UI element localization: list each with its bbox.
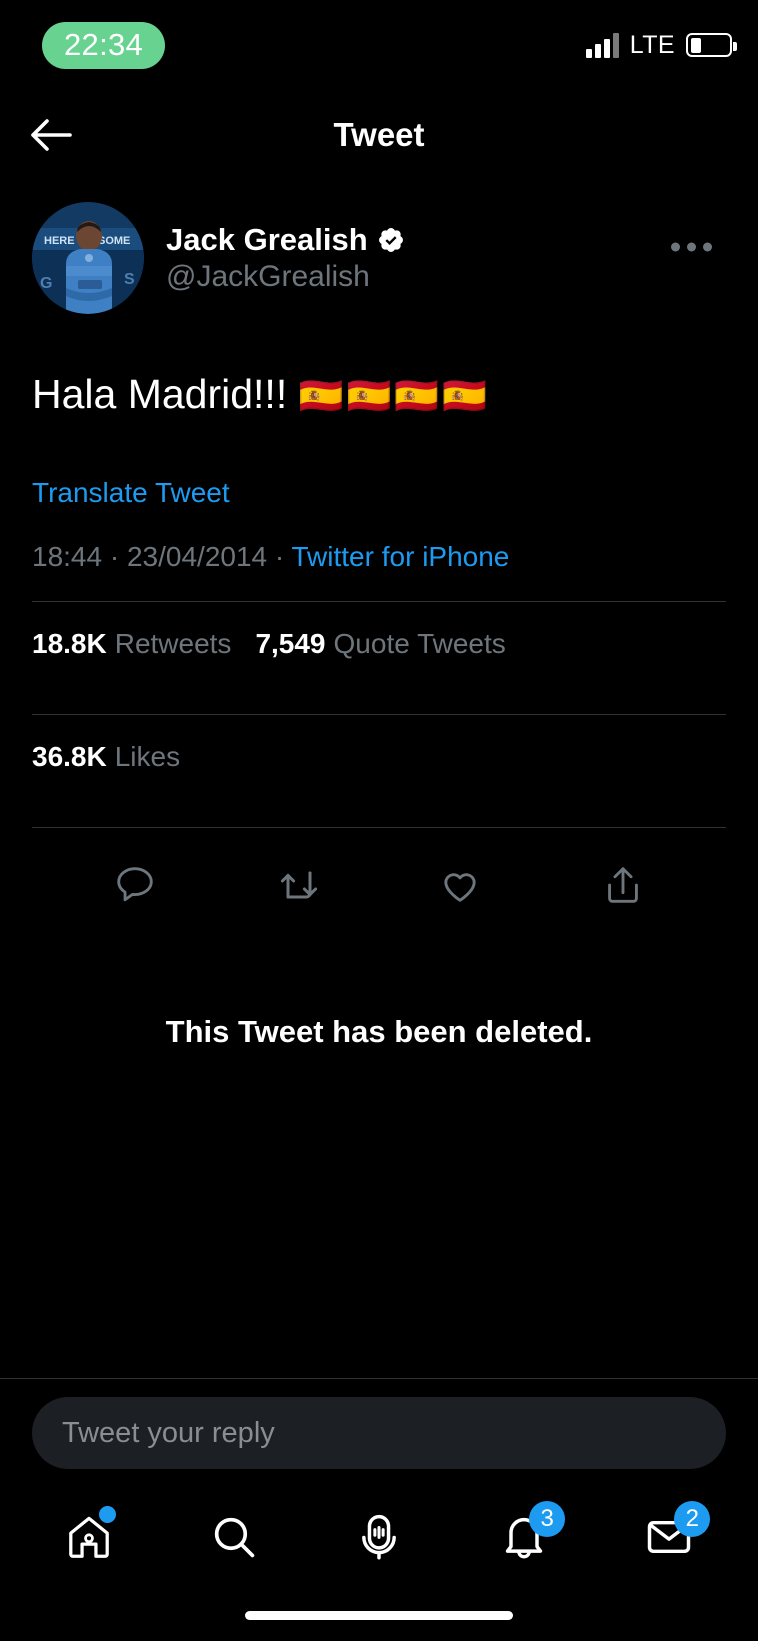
tweet-flag-emojis: 🇪🇸🇪🇸🇪🇸🇪🇸 bbox=[298, 375, 490, 416]
stat-quote-tweets-value: 7,549 bbox=[255, 628, 326, 660]
svg-text:HERE: HERE bbox=[44, 235, 75, 247]
retweet-button[interactable] bbox=[267, 854, 329, 916]
tweet-text: Hala Madrid!!! 🇪🇸🇪🇸🇪🇸🇪🇸 bbox=[32, 368, 726, 421]
battery-icon bbox=[686, 33, 737, 57]
tweet-stats-row: 18.8K Retweets 7,549 Quote Tweets bbox=[32, 602, 726, 686]
nav-header: Tweet bbox=[0, 90, 758, 180]
author-name-line: Jack Grealish bbox=[166, 222, 405, 258]
stat-quote-tweets[interactable]: 7,549 Quote Tweets bbox=[255, 628, 505, 660]
messages-badge: 2 bbox=[674, 1501, 711, 1537]
home-indicator-area bbox=[0, 1589, 758, 1641]
signal-bars-icon bbox=[585, 32, 619, 58]
tweet-detail: HERE SOME G S Jack Grealish @JackGrealis… bbox=[0, 180, 758, 1378]
stat-retweets-value: 18.8K bbox=[32, 628, 107, 660]
author-info: Jack Grealish @JackGrealish bbox=[166, 222, 405, 294]
reply-icon bbox=[117, 867, 153, 902]
stat-retweets[interactable]: 18.8K Retweets bbox=[32, 628, 231, 660]
page-title: Tweet bbox=[333, 116, 425, 153]
tweet-text-body: Hala Madrid!!! bbox=[32, 371, 288, 417]
deleted-tweet-notice: This Tweet has been deleted. bbox=[165, 1014, 593, 1050]
tab-home[interactable] bbox=[46, 1499, 132, 1575]
more-options-icon[interactable] bbox=[661, 227, 722, 268]
svg-text:G: G bbox=[40, 275, 52, 292]
network-type-label: LTE bbox=[629, 30, 675, 59]
translate-tweet-link[interactable]: Translate Tweet bbox=[32, 477, 230, 509]
status-time-pill: 22:34 bbox=[42, 21, 166, 69]
stat-quote-tweets-label: Quote Tweets bbox=[333, 628, 506, 660]
meta-separator-2: · bbox=[267, 541, 292, 573]
tweet-date: 23/04/2014 bbox=[126, 541, 268, 573]
tab-search[interactable] bbox=[191, 1499, 277, 1575]
share-icon bbox=[607, 867, 638, 904]
stat-retweets-label: Retweets bbox=[114, 628, 232, 660]
tab-notifications[interactable]: 3 bbox=[481, 1499, 567, 1575]
tweet-meta: 18:44 · 23/04/2014 · Twitter for iPhone bbox=[32, 541, 726, 573]
avatar-image: HERE SOME G S bbox=[32, 202, 144, 314]
home-unread-dot-badge bbox=[98, 1506, 116, 1523]
stat-likes-value: 36.8K bbox=[32, 741, 107, 773]
tweet-source[interactable]: Twitter for iPhone bbox=[292, 541, 510, 572]
stat-likes[interactable]: 36.8K Likes bbox=[32, 741, 180, 773]
like-icon bbox=[444, 873, 476, 903]
back-button[interactable] bbox=[22, 107, 78, 163]
svg-text:SOME: SOME bbox=[98, 235, 130, 247]
tweet-time: 18:44 bbox=[32, 541, 103, 573]
verified-badge-icon bbox=[378, 228, 403, 252]
tab-messages[interactable]: 2 bbox=[626, 1499, 712, 1575]
stat-likes-label: Likes bbox=[114, 741, 181, 773]
reply-input[interactable] bbox=[32, 1397, 726, 1469]
bottom-tab-bar: 3 2 bbox=[0, 1485, 758, 1589]
author-name[interactable]: Jack Grealish bbox=[166, 222, 368, 258]
status-bar: 22:34 LTE bbox=[0, 0, 758, 90]
share-button[interactable] bbox=[592, 854, 654, 916]
svg-text:S: S bbox=[124, 271, 135, 288]
reply-button[interactable] bbox=[104, 854, 166, 916]
home-indicator-bar[interactable] bbox=[245, 1610, 513, 1620]
tweet-actions-row bbox=[32, 828, 726, 942]
search-icon bbox=[214, 1517, 255, 1558]
author-handle[interactable]: @JackGrealish bbox=[166, 260, 405, 294]
back-arrow-icon bbox=[31, 119, 72, 151]
retweet-icon bbox=[280, 871, 317, 899]
tab-spaces[interactable] bbox=[336, 1499, 422, 1575]
avatar[interactable]: HERE SOME G S bbox=[32, 202, 144, 314]
twitter-tweet-detail-screen: 22:34 LTE Tweet HERE SOME G S Jack Greal… bbox=[0, 0, 758, 1641]
like-button[interactable] bbox=[429, 854, 491, 916]
notifications-badge: 3 bbox=[529, 1501, 566, 1537]
tweet-likes-row: 36.8K Likes bbox=[32, 715, 726, 799]
status-indicators: LTE bbox=[585, 30, 737, 60]
tweet-author-row: HERE SOME G S Jack Grealish @JackGrealis… bbox=[32, 180, 726, 314]
reply-composer bbox=[0, 1378, 758, 1485]
spaces-icon bbox=[362, 1514, 396, 1560]
meta-separator-1: · bbox=[102, 541, 127, 573]
